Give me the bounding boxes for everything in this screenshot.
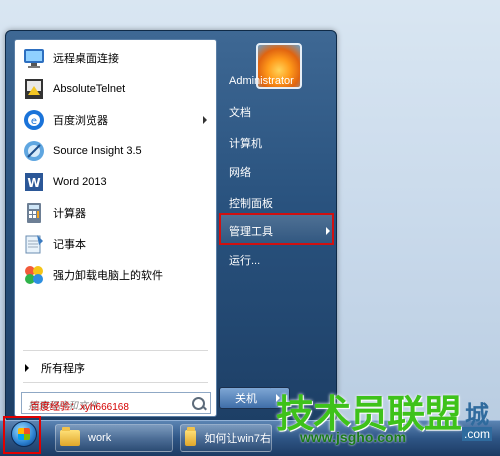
watermark-tld: .com (462, 427, 493, 441)
calculator-icon (21, 200, 47, 226)
word-icon: W (21, 169, 47, 195)
program-label: AbsoluteTelnet (53, 83, 126, 95)
computer-link[interactable]: 计算机 (229, 135, 262, 151)
program-label: 记事本 (53, 239, 86, 251)
search-icon[interactable] (192, 397, 205, 410)
watermark-cheng: 城 (465, 402, 489, 429)
folder-icon (185, 427, 197, 446)
source-insight-icon (21, 138, 47, 164)
uninstaller-icon (21, 262, 47, 288)
program-item-source-insight[interactable]: Source Insight 3.5 (17, 137, 213, 165)
program-item-calculator[interactable]: 计算器 (17, 199, 213, 227)
submenu-arrow-icon (326, 227, 330, 235)
network-link[interactable]: 网络 (229, 164, 251, 180)
baidu-browser-icon: e (21, 107, 47, 133)
program-item-baidu-browser[interactable]: e 百度浏览器 (17, 106, 213, 134)
site-watermark: 技术员联盟 城 www.jsgho.com .com (270, 383, 498, 453)
windows-orb-icon (11, 421, 37, 447)
submenu-arrow-icon (203, 116, 207, 124)
remote-desktop-icon (21, 45, 47, 71)
program-label: Source Insight 3.5 (53, 145, 142, 157)
separator (23, 350, 208, 351)
program-item-notepad[interactable]: 记事本 (17, 230, 213, 258)
run-link[interactable]: 运行... (229, 252, 260, 268)
user-name-link[interactable]: Administrator (229, 75, 294, 87)
control-panel-link[interactable]: 控制面板 (229, 195, 273, 211)
program-item-uninstaller[interactable]: 强力卸载电脑上的软件 (17, 261, 213, 289)
program-label: 百度浏览器 (53, 115, 108, 127)
taskbar-item-label: 如何让win7右 (204, 433, 271, 445)
svg-text:e: e (31, 116, 37, 127)
watermark-baidu: 百度经验：xyh666168 (30, 402, 129, 413)
start-button[interactable] (3, 416, 41, 454)
svg-text:W: W (27, 176, 40, 190)
all-programs-button[interactable]: 所有程序 (25, 360, 85, 376)
taskbar-item-work[interactable]: work (55, 424, 173, 452)
arrow-right-icon (25, 364, 29, 372)
start-menu: 远程桌面连接 AbsoluteTelnet e 百度浏览器 Source Ins… (5, 30, 337, 422)
programs-pane: 远程桌面连接 AbsoluteTelnet e 百度浏览器 Source Ins… (14, 39, 217, 417)
program-label: 强力卸载电脑上的软件 (53, 270, 163, 282)
shutdown-button[interactable]: 关机 (219, 387, 273, 409)
separator (23, 382, 208, 383)
telnet-icon (21, 76, 47, 102)
watermark-url: www.jsgho.com (300, 429, 407, 445)
folder-icon (60, 427, 80, 446)
documents-link[interactable]: 文档 (229, 104, 251, 120)
program-label: 远程桌面连接 (53, 53, 119, 65)
program-label: 计算器 (53, 208, 86, 220)
program-item-absolutetelnet[interactable]: AbsoluteTelnet (17, 75, 213, 103)
all-programs-label: 所有程序 (41, 363, 85, 375)
program-item-remote-desktop[interactable]: 远程桌面连接 (17, 44, 213, 72)
taskbar-item-label: work (88, 432, 112, 444)
program-label: Word 2013 (53, 176, 107, 188)
taskbar-item-win7[interactable]: 如何让win7右 (180, 424, 272, 452)
admin-tools-link[interactable]: 管理工具 (229, 223, 273, 239)
notepad-icon (21, 231, 47, 257)
program-item-word[interactable]: W Word 2013 (17, 168, 213, 196)
